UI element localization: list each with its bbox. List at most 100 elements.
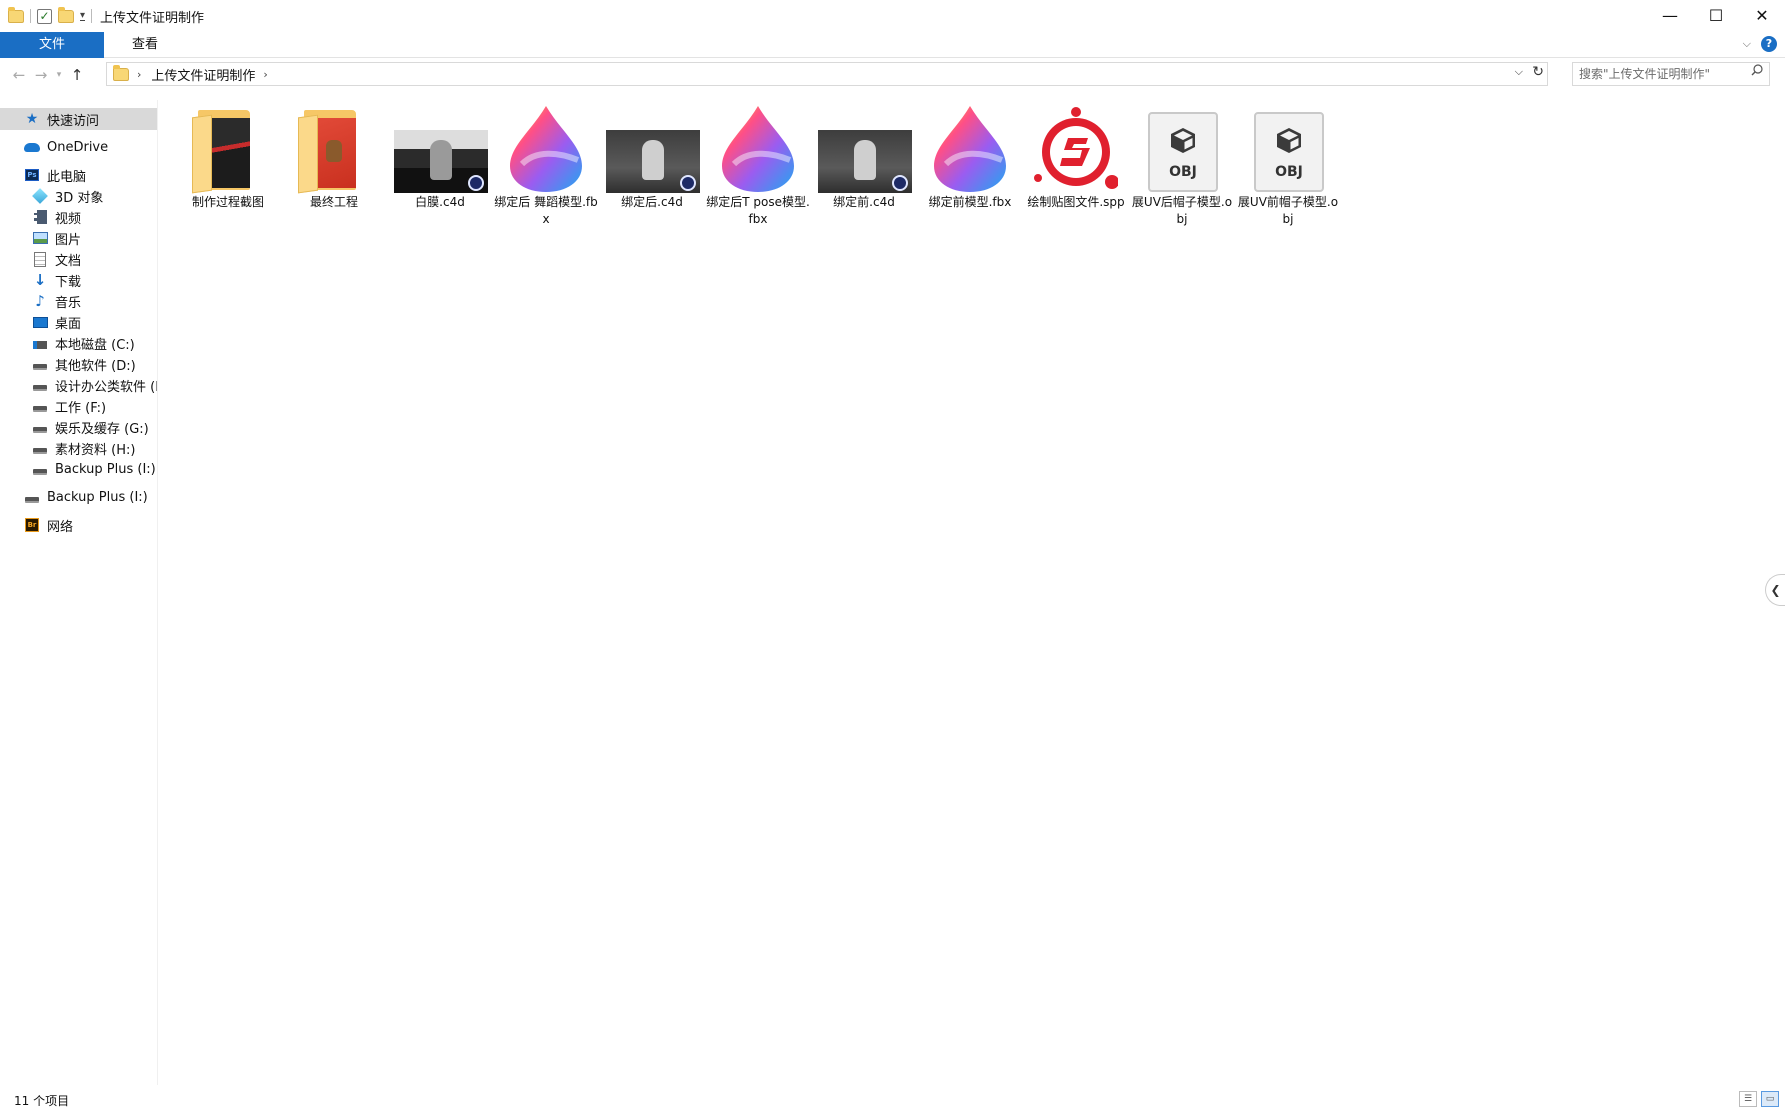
folder-icon [113, 64, 129, 81]
forward-arrow-icon[interactable]: → [30, 66, 52, 84]
up-arrow-icon[interactable]: ↑ [66, 66, 88, 84]
recent-locations-chevron-icon[interactable]: ▾ [52, 70, 66, 80]
details-view-icon[interactable]: ☰ [1739, 1091, 1757, 1107]
obj-badge: OBJ [1169, 164, 1197, 180]
breadcrumb-separator-icon[interactable]: › [137, 68, 141, 81]
sidebar-item-desktop[interactable]: 桌面 [32, 311, 157, 333]
download-icon: ↓ [33, 271, 47, 289]
sidebar-item-label: OneDrive [47, 139, 109, 155]
cube-3d-icon [32, 188, 48, 204]
sidebar-item-drive-d[interactable]: 其他软件 (D:) [32, 353, 157, 375]
sidebar-item-label: 此电脑 [47, 169, 87, 185]
file-name: 白膜.c4d [415, 195, 465, 209]
search-input[interactable]: 搜索"上传文件证明制作" [1572, 62, 1770, 86]
sidebar-item-quick-access[interactable]: ★ 快速访问 [0, 108, 157, 130]
sidebar-item-pictures[interactable]: 图片 [32, 227, 157, 249]
sidebar-item-drive-c[interactable]: 本地磁盘 (C:) [32, 332, 157, 354]
sidebar-item-label: Backup Plus (I:) [47, 489, 148, 505]
system-drive-icon [32, 335, 48, 351]
sidebar-item-drive-g[interactable]: 娱乐及缓存 (G:) [32, 416, 157, 438]
sidebar-item-drive-i[interactable]: Backup Plus (I:) [32, 458, 157, 480]
properties-icon[interactable]: ✓ [37, 8, 52, 24]
view-switcher: ☰ ▭ [1739, 1091, 1779, 1107]
file-name: 绑定后T pose模型.fbx [706, 195, 810, 226]
sidebar-item-label: 其他软件 (D:) [55, 358, 136, 374]
folder-icon [8, 6, 24, 23]
sidebar-item-drive-h[interactable]: 素材资料 (H:) [32, 437, 157, 459]
paint-3d-drop-icon [508, 104, 584, 194]
obj-file-icon: OBJ [1148, 112, 1218, 192]
sidebar-item-network[interactable]: Br 网络 [24, 514, 157, 536]
breadcrumb-separator-icon[interactable]: › [263, 68, 267, 81]
address-history-chevron-icon[interactable]: ⌵ [1515, 65, 1523, 79]
search-placeholder: 搜索"上传文件证明制作" [1579, 67, 1711, 81]
close-button[interactable]: ✕ [1739, 0, 1785, 30]
sidebar-item-drive-e[interactable]: 设计办公类软件 (E: [32, 374, 157, 396]
cinema4d-icon [680, 175, 696, 191]
folder-icon [298, 110, 358, 194]
search-icon[interactable] [1751, 64, 1763, 76]
cloud-icon [24, 139, 40, 155]
drive-icon [32, 419, 48, 435]
sidebar-item-documents[interactable]: 文档 [32, 248, 157, 270]
customize-toolbar-chevron-icon[interactable]: ▾ [80, 10, 86, 21]
window-title: 上传文件证明制作 [100, 10, 205, 26]
sidebar-item-label: 下载 [55, 274, 82, 290]
divider [30, 9, 31, 23]
file-name: 制作过程截图 [191, 195, 264, 209]
minimize-button[interactable]: — [1647, 0, 1693, 30]
sidebar-item-this-pc[interactable]: Ps 此电脑 [24, 164, 157, 186]
sidebar-item-backup-plus[interactable]: Backup Plus (I:) [24, 486, 157, 508]
title-bar: ✓ ▾ 上传文件证明制作 — ☐ ✕ [0, 0, 1785, 32]
file-name: 绑定前模型.fbx [928, 195, 1012, 209]
sidebar-item-label: 图片 [55, 232, 82, 248]
sidebar-item-label: 娱乐及缓存 (G:) [55, 421, 149, 437]
file-name: 绘制贴图文件.spp [1027, 195, 1125, 209]
help-icon[interactable]: ? [1761, 36, 1777, 52]
file-name: 最终工程 [309, 195, 358, 209]
paint-3d-drop-icon [720, 104, 796, 194]
paint-3d-drop-icon [932, 104, 1008, 194]
folder-thumbnail [282, 100, 386, 194]
sidebar-item-downloads[interactable]: ↓ 下载 [32, 269, 157, 291]
large-icons-view-icon[interactable]: ▭ [1761, 1091, 1779, 1107]
sidebar-item-onedrive[interactable]: OneDrive [24, 136, 157, 158]
sidebar-item-label: 快速访问 [47, 113, 100, 129]
collapse-pane-chevron-icon[interactable]: ❮ [1765, 574, 1785, 606]
sidebar-item-videos[interactable]: 视频 [32, 206, 157, 228]
new-folder-icon[interactable] [58, 6, 74, 23]
star-icon: ★ [25, 111, 39, 127]
item-count: 11 个项目 [14, 1093, 70, 1108]
tab-view[interactable]: 查看 [116, 32, 174, 58]
breadcrumb-current-folder[interactable]: 上传文件证明制作 [151, 65, 255, 84]
refresh-icon[interactable]: ↻ [1532, 64, 1544, 80]
expand-ribbon-chevron-icon[interactable]: ⌵ [1743, 37, 1751, 51]
sidebar-item-3d-objects[interactable]: 3D 对象 [32, 185, 157, 207]
c4d-thumbnail [600, 100, 704, 194]
drive-icon [32, 377, 48, 393]
address-bar[interactable]: › 上传文件证明制作 › ⌵ ↻ [106, 62, 1548, 86]
sidebar-item-music[interactable]: ♪ 音乐 [32, 290, 157, 312]
sidebar-item-label: 3D 对象 [55, 190, 104, 206]
drive-icon [24, 489, 40, 505]
ribbon-tabs: 文件 主页 共享 查看 ⌵ ? [0, 31, 1785, 58]
cinema4d-icon [892, 175, 908, 191]
status-bar: 11 个项目 ☰ ▭ [0, 1087, 1785, 1113]
obj-thumbnail: OBJ [1236, 100, 1340, 194]
spp-thumbnail [1024, 100, 1128, 194]
obj-file-icon: OBJ [1254, 112, 1324, 192]
tab-file[interactable]: 文件 [0, 31, 104, 58]
sidebar-item-label: 素材资料 (H:) [55, 442, 136, 458]
sidebar-item-label: 文档 [55, 253, 82, 269]
maximize-button[interactable]: ☐ [1693, 0, 1739, 30]
sidebar-item-label: 设计办公类软件 (E: [55, 379, 157, 395]
cinema4d-icon [468, 175, 484, 191]
sidebar-item-drive-f[interactable]: 工作 (F:) [32, 395, 157, 417]
file-name: 绑定前.c4d [833, 195, 895, 209]
file-name: 展UV前帽子模型.obj [1237, 195, 1339, 226]
c4d-thumbnail [812, 100, 916, 194]
back-arrow-icon[interactable]: ← [8, 66, 30, 84]
sidebar-item-label: 网络 [47, 519, 74, 535]
pc-icon: Ps [24, 167, 40, 183]
music-icon: ♪ [35, 292, 45, 310]
